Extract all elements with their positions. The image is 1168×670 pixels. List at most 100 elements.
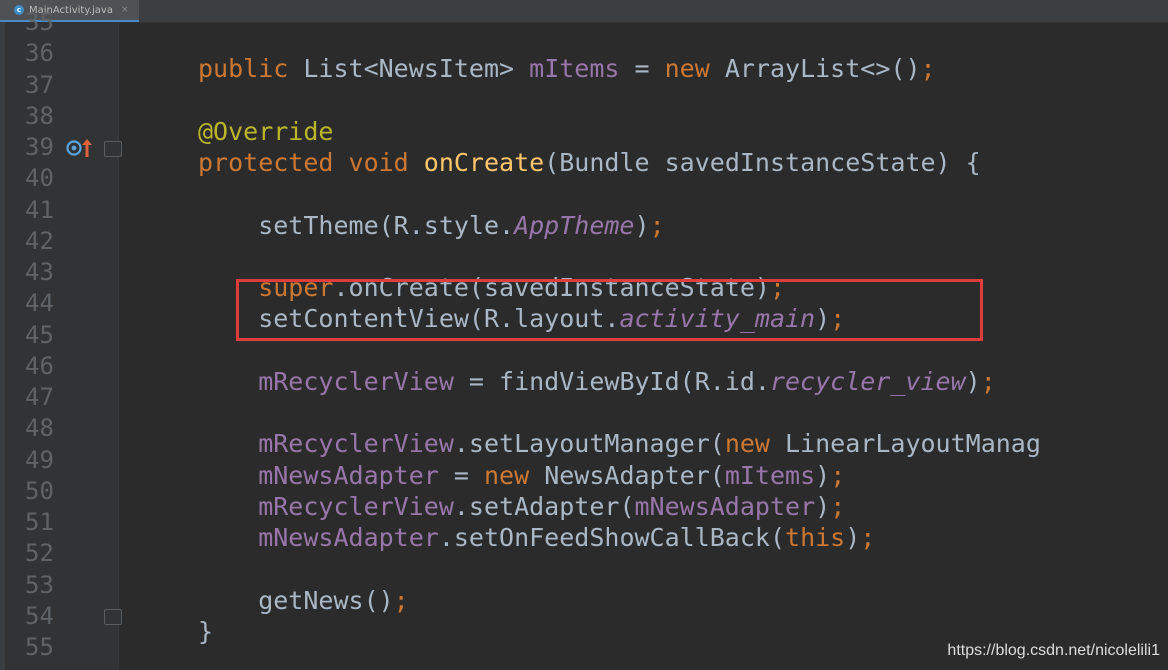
code-token: .setOnFeedShowCallBack( [438,523,786,552]
code-line[interactable]: setTheme(R.style.AppTheme); [198,210,665,241]
gutter-line: 37 [5,70,118,101]
gutter-line: 41 [5,195,118,226]
code-token: ) [815,460,831,490]
line-number: 52 [25,539,54,568]
code-token: ) [815,491,831,521]
line-number: 45 [25,320,54,349]
code-token: = [438,460,484,490]
text-cursor-icon: I [397,305,401,319]
code-token: ) [965,366,981,396]
code-token: AppTheme [514,210,635,240]
code-token: @Override [198,116,334,146]
code-editor[interactable]: public List<NewsItem> mItems = new Array… [118,22,1168,670]
line-number: 36 [25,39,54,68]
gutter-line: 53 [5,570,118,601]
code-token: ) [845,523,861,552]
close-tab-icon[interactable]: × [121,5,129,15]
code-line[interactable]: getNews(); [198,585,409,616]
gutter-line: 36 [5,38,118,69]
code-token: (Bundle savedInstanceState) { [544,148,981,177]
code-token: ; [393,585,409,615]
code-token: LinearLayoutManag [785,429,1041,459]
gutter-line: 42 [5,226,118,257]
code-token: NewsAdapter( [544,460,725,490]
code-token: mNewsAdapter [634,491,816,521]
gutter-line: 55 [5,632,118,663]
code-token: ; [830,491,846,521]
code-token: this [785,523,846,552]
code-token: List<NewsItem> [303,54,530,84]
code-token: .setAdapter( [453,491,635,521]
line-number: 35 [25,8,54,36]
code-token: = findViewById(R.id. [453,366,770,396]
line-number: 49 [25,445,54,474]
code-token: new [483,460,545,490]
gutter-line: 39 [5,132,118,163]
line-number: 51 [25,508,54,536]
code-token: new [724,429,786,459]
gutter-line: 49 [5,445,118,476]
code-token: mRecyclerView [198,366,454,396]
line-number: 39 [25,133,54,161]
code-token: mRecyclerView [198,491,454,521]
gutter-line: 50 [5,476,118,507]
code-token: public [198,54,304,84]
line-number: 44 [25,289,54,318]
line-number: 41 [25,195,54,224]
code-token: mNewsAdapter [198,523,439,552]
code-token: .setLayoutManager( [453,429,725,459]
line-number: 54 [25,601,54,630]
code-token: mItems [724,460,816,490]
watermark: https://blog.csdn.net/nicolelili1 [947,642,1160,659]
editor-tab-bar: c MainActivity.java × [0,0,1168,23]
code-token: onCreate [423,148,545,177]
code-token: ; [860,523,876,552]
code-token: ; [830,460,846,490]
gutter-line: 54 [5,601,118,632]
code-line[interactable]: protected void onCreate(Bundle savedInst… [198,147,981,178]
gutter-line: 38 [5,101,118,132]
code-line[interactable]: mRecyclerView = findViewById(R.id.recycl… [198,366,996,397]
code-token: mNewsAdapter [198,460,439,490]
line-number: 48 [25,414,54,443]
code-token: mItems [529,54,620,84]
code-line[interactable]: mRecyclerView.setAdapter(mNewsAdapter); [198,491,845,522]
code-token: ; [920,54,936,84]
gutter-line: 44 [5,288,118,319]
code-token: = [619,54,665,84]
code-token: ; [980,366,996,396]
line-number: 38 [25,101,54,130]
gutter-line: 48 [5,413,118,444]
code-token: new [664,54,725,84]
line-number: 42 [25,226,54,255]
code-token: protected void [198,148,424,177]
code-token: recycler_view [769,366,966,396]
code-token: setTheme(R.style. [198,210,515,240]
line-number: 47 [25,383,54,411]
code-token: mRecyclerView [198,429,454,459]
code-token: ; [649,210,665,240]
gutter-line: 35 [5,7,118,38]
gutter-line: 52 [5,538,118,569]
code-line[interactable]: mNewsAdapter = new NewsAdapter(mItems); [198,460,845,491]
code-line[interactable]: mNewsAdapter.setOnFeedShowCallBack(this)… [198,522,875,553]
line-number: 50 [25,476,54,505]
code-line[interactable]: } [198,616,213,647]
code-token: ) [634,210,650,240]
gutter-line: 40 [5,163,118,194]
code-line[interactable]: public List<NewsItem> mItems = new Array… [198,53,936,84]
line-number: 53 [25,570,54,599]
highlight-box [236,279,983,341]
gutter-line: 45 [5,320,118,351]
line-number: 43 [25,258,54,286]
gutter-line: 47 [5,382,118,413]
line-number: 40 [25,164,54,193]
gutter-line: 51 [5,507,118,538]
code-line[interactable]: @Override [198,116,333,147]
code-line[interactable]: mRecyclerView.setLayoutManager(new Linea… [198,428,1041,459]
line-number: 46 [25,351,54,380]
code-token: ArrayList<>() [724,54,921,84]
gutter-line: 43 [5,257,118,288]
code-token: } [198,616,214,646]
code-token: getNews() [198,585,394,615]
